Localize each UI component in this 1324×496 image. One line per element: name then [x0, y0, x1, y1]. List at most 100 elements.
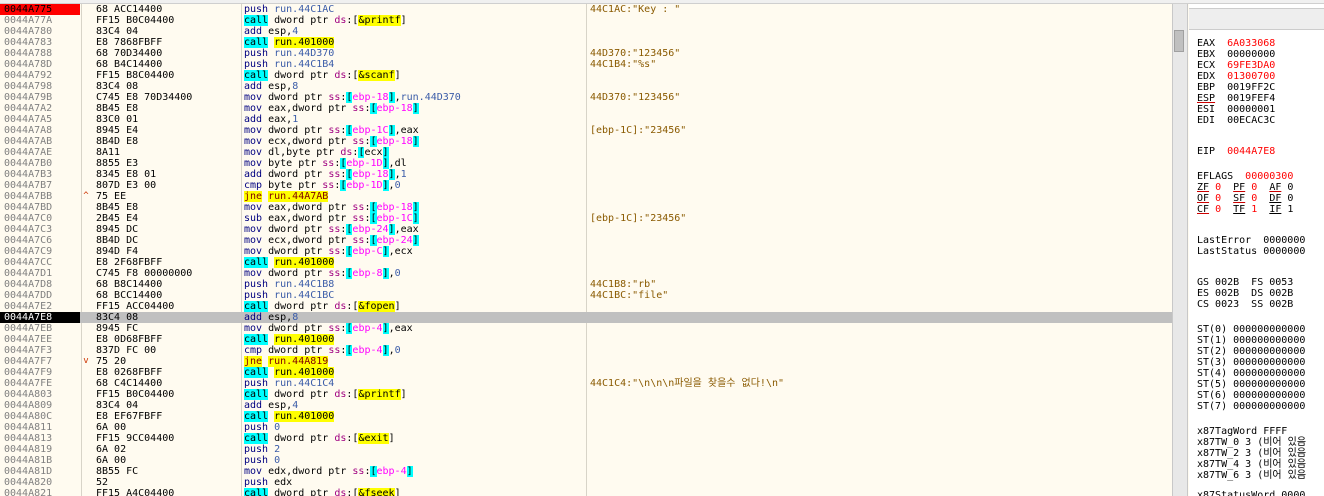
instruction-comment[interactable]	[590, 268, 1170, 279]
instruction-comment[interactable]	[590, 345, 1170, 356]
register-value[interactable]: 00000300	[1245, 171, 1293, 182]
disasm-row[interactable]: 0044A7D8 68 B8C14400 push run.44C1B8 44C1B8…	[0, 279, 1172, 290]
instruction-text[interactable]: call dword ptr ds:[&scanf]	[244, 70, 584, 81]
disasm-row[interactable]: 0044A7EE E8 0D68FBFF call run.401000	[0, 334, 1172, 345]
disasm-row[interactable]: 0044A7AE 8A11 mov dl,byte ptr ds:[ecx]	[0, 147, 1172, 158]
instruction-address[interactable]: 0044A7F9	[0, 367, 80, 378]
instruction-text[interactable]: mov ecx,dword ptr ss:[ebp-18]	[244, 136, 584, 147]
instruction-text[interactable]: push run.44C1AC	[244, 4, 584, 15]
disasm-row[interactable]: 0044A7F9 E8 0268FBFF call run.401000	[0, 367, 1172, 378]
instruction-comment[interactable]: 44C1B8:"rb"	[590, 279, 1170, 290]
instruction-text[interactable]: add esp,8	[244, 312, 584, 323]
flag-value[interactable]: 0	[1251, 193, 1257, 204]
disasm-row[interactable]: 0044A803 FF15 B0C04400 call dword ptr ds:[…	[0, 389, 1172, 400]
disasm-row[interactable]: 0044A81D 8B55 FC mov edx,dword ptr ss:[ebp…	[0, 466, 1172, 477]
instruction-text[interactable]: sub eax,dword ptr ss:[ebp-1C]	[244, 213, 584, 224]
disasm-row[interactable]: 0044A7D1 C745 F8 00000000 mov dword ptr ss…	[0, 268, 1172, 279]
disasm-row[interactable]: 0044A813 FF15 9CC04400 call dword ptr ds:[…	[0, 433, 1172, 444]
instruction-comment[interactable]	[590, 224, 1170, 235]
flag-value[interactable]: 1	[1251, 204, 1257, 215]
disasm-row[interactable]: 0044A7B3 8345 E8 01 add dword ptr ss:[ebp-…	[0, 169, 1172, 180]
instruction-comment[interactable]: 44D370:"123456"	[590, 48, 1170, 59]
instruction-address[interactable]: 0044A7CC	[0, 257, 80, 268]
instruction-comment[interactable]	[590, 114, 1170, 125]
last-error[interactable]: LastError 0000000	[1197, 235, 1324, 246]
flag-value[interactable]: 0	[1215, 204, 1221, 215]
register-value[interactable]: 0019FF2C	[1227, 82, 1275, 93]
x87-line[interactable]: x87TW_4 3 (비어 있음	[1197, 459, 1324, 470]
segment-registers[interactable]: GS 002B FS 0053	[1197, 277, 1324, 288]
disasm-row[interactable]: 0044A78D 68 B4C14400 push run.44C1B4 44C1B4…	[0, 59, 1172, 70]
register-ebp[interactable]: EBP 0019FF2C	[1197, 82, 1324, 93]
disasm-row[interactable]: 0044A821 FF15 A4C04400 call dword ptr ds:[…	[0, 488, 1172, 496]
fpu-register-st0[interactable]: ST(0) 000000000000	[1197, 324, 1324, 335]
registers-panel[interactable]: EAX 6A033068 EBX 00000000 ECX 69FE3DA0 EDX …	[1189, 4, 1324, 496]
instruction-text[interactable]: push run.44C1BC	[244, 290, 584, 301]
instruction-address[interactable]: 0044A788	[0, 48, 80, 59]
instruction-text[interactable]: push run.44C1B8	[244, 279, 584, 290]
instruction-address[interactable]: 0044A7E8	[0, 312, 80, 323]
instruction-text[interactable]: mov eax,dword ptr ss:[ebp-18]	[244, 202, 584, 213]
instruction-address[interactable]: 0044A7A2	[0, 103, 80, 114]
instruction-text[interactable]: push run.44C1C4	[244, 378, 584, 389]
register-value[interactable]: 69FE3DA0	[1227, 60, 1275, 71]
disasm-row[interactable]: 0044A7C9 894D F4 mov dword ptr ss:[ebp-C],…	[0, 246, 1172, 257]
instruction-address[interactable]: 0044A792	[0, 70, 80, 81]
instruction-comment[interactable]	[590, 411, 1170, 422]
instruction-text[interactable]: push run.44D370	[244, 48, 584, 59]
register-value[interactable]: 01300700	[1227, 71, 1275, 82]
segment-registers[interactable]: CS 0023 SS 002B	[1197, 299, 1324, 310]
disasm-row[interactable]: 0044A788 68 70D34400 push run.44D370 44D370…	[0, 48, 1172, 59]
flags-row[interactable]: OF 0 SF 0 DF 0	[1197, 193, 1324, 204]
instruction-comment[interactable]: [ebp-1C]:"23456"	[590, 213, 1170, 224]
instruction-address[interactable]: 0044A780	[0, 26, 80, 37]
instruction-address[interactable]: 0044A7EB	[0, 323, 80, 334]
instruction-address[interactable]: 0044A78D	[0, 59, 80, 70]
disasm-row[interactable]: 0044A811 6A 00 push 0	[0, 422, 1172, 433]
last-status[interactable]: LastStatus 0000000	[1197, 246, 1324, 257]
fpu-register-st6[interactable]: ST(6) 000000000000	[1197, 390, 1324, 401]
instruction-address[interactable]: 0044A7C6	[0, 235, 80, 246]
instruction-text[interactable]: jne run.44A7AB	[244, 191, 584, 202]
disasm-row[interactable]: 0044A7AB 8B4D E8 mov ecx,dword ptr ss:[ebp…	[0, 136, 1172, 147]
fpu-register-st5[interactable]: ST(5) 000000000000	[1197, 379, 1324, 390]
register-eflags[interactable]: EFLAGS 00000300	[1197, 171, 1324, 182]
disasm-row[interactable]: 0044A7BB ^ 75 EE jne run.44A7AB	[0, 191, 1172, 202]
instruction-text[interactable]: mov dword ptr ss:[ebp-4],eax	[244, 323, 584, 334]
fpu-register-st2[interactable]: ST(2) 000000000000	[1197, 346, 1324, 357]
instruction-text[interactable]: mov dword ptr ss:[ebp-24],eax	[244, 224, 584, 235]
instruction-text[interactable]: mov dword ptr ss:[ebp-18],run.44D370	[244, 92, 584, 103]
instruction-comment[interactable]	[590, 466, 1170, 477]
instruction-comment[interactable]	[590, 158, 1170, 169]
instruction-address[interactable]: 0044A820	[0, 477, 80, 488]
register-value[interactable]: 0044A7E8	[1227, 146, 1275, 157]
disasm-row[interactable]: 0044A7E8 83C4 08 add esp,8	[0, 312, 1172, 323]
instruction-text[interactable]: mov byte ptr ss:[ebp-1D],dl	[244, 158, 584, 169]
instruction-address[interactable]: 0044A7EE	[0, 334, 80, 345]
instruction-text[interactable]: call run.401000	[244, 411, 584, 422]
disasm-row[interactable]: 0044A7DD 68 BCC14400 push run.44C1BC 44C1BC…	[0, 290, 1172, 301]
register-value[interactable]: 6A033068	[1227, 38, 1275, 49]
instruction-text[interactable]: add dword ptr ss:[ebp-18],1	[244, 169, 584, 180]
disasm-row[interactable]: 0044A783 E8 7868FBFF call run.401000	[0, 37, 1172, 48]
instruction-text[interactable]: mov dword ptr ss:[ebp-8],0	[244, 268, 584, 279]
instruction-address[interactable]: 0044A7BD	[0, 202, 80, 213]
flags-row[interactable]: CF 0 TF 1 IF 1	[1197, 204, 1324, 215]
instruction-address[interactable]: 0044A7FE	[0, 378, 80, 389]
disasm-row[interactable]: 0044A79B C745 E8 70D34400 mov dword ptr ss…	[0, 92, 1172, 103]
instruction-text[interactable]: mov dword ptr ss:[ebp-C],ecx	[244, 246, 584, 257]
instruction-address[interactable]: 0044A81B	[0, 455, 80, 466]
instruction-text[interactable]: add eax,1	[244, 114, 584, 125]
instruction-comment[interactable]	[590, 235, 1170, 246]
register-value[interactable]: 0019FEF4	[1227, 93, 1275, 104]
instruction-comment[interactable]	[590, 488, 1170, 496]
disasm-row[interactable]: 0044A819 6A 02 push 2	[0, 444, 1172, 455]
instruction-text[interactable]: call dword ptr ds:[&fseek]	[244, 488, 584, 496]
instruction-text[interactable]: call run.401000	[244, 257, 584, 268]
instruction-text[interactable]: push 0	[244, 455, 584, 466]
instruction-address[interactable]: 0044A7BB	[0, 191, 80, 202]
instruction-address[interactable]: 0044A809	[0, 400, 80, 411]
instruction-comment[interactable]	[590, 422, 1170, 433]
disasm-row[interactable]: 0044A7CC E8 2F68FBFF call run.401000	[0, 257, 1172, 268]
register-edx[interactable]: EDX 01300700	[1197, 71, 1324, 82]
